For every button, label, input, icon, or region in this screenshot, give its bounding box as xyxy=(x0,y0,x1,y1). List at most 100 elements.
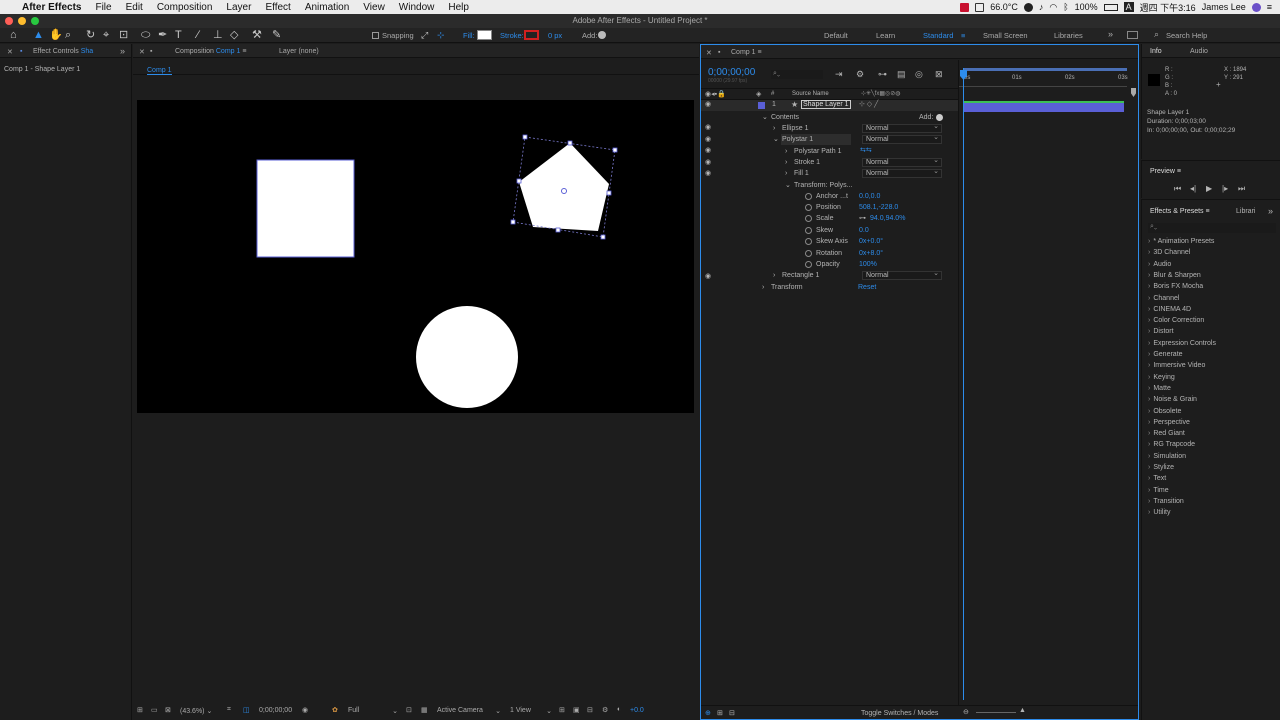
panel-menu-icon[interactable]: ≡ xyxy=(242,48,246,55)
twirl-right-icon[interactable]: › xyxy=(773,270,775,281)
menu-window[interactable]: Window xyxy=(399,2,435,13)
libraries-tab[interactable]: Librari xyxy=(1236,208,1255,215)
view-options-icon[interactable]: ⊞ xyxy=(559,706,565,714)
siri-icon[interactable] xyxy=(1251,2,1261,12)
puppet-tool-icon[interactable]: ✎ xyxy=(272,29,281,42)
home-icon[interactable]: ⌂ xyxy=(10,29,17,42)
fast-preview-icon[interactable]: ⊟ xyxy=(587,706,593,714)
temperature[interactable]: 66.0°C xyxy=(990,2,1018,12)
visibility-eye-icon[interactable]: ◉ xyxy=(705,159,713,166)
transparency-icon[interactable]: ▦ xyxy=(421,706,428,714)
layer-duration-bar[interactable] xyxy=(964,101,1124,112)
close-tab-icon[interactable]: ✕ xyxy=(7,48,13,56)
color-icon[interactable]: ✿ xyxy=(332,706,338,714)
snapping-checkbox[interactable] xyxy=(372,32,379,39)
effects-category[interactable]: Obsolete xyxy=(1148,408,1181,415)
constrain-link-icon[interactable]: ⊶ xyxy=(859,213,866,224)
stroke-width[interactable]: 0 px xyxy=(548,31,562,40)
info-tab[interactable]: Info xyxy=(1150,48,1162,55)
effects-category[interactable]: Color Correction xyxy=(1148,317,1204,324)
skew-axis-value[interactable]: 0x+0.0° xyxy=(859,236,883,247)
blend-mode-dropdown[interactable]: Normal xyxy=(862,123,942,133)
effects-category[interactable]: Immersive Video xyxy=(1148,362,1205,369)
flowchart-icon[interactable]: ⚙ xyxy=(602,706,608,714)
graph-editor-icon[interactable]: ⊠ xyxy=(935,69,943,80)
twirl-down-icon[interactable]: ⌄ xyxy=(773,134,779,145)
status-icon-3[interactable]: ♪ xyxy=(1039,2,1044,12)
search-help-input[interactable]: Search Help xyxy=(1166,31,1207,40)
panel-lock-icon[interactable]: ▪ xyxy=(20,48,22,55)
panel-menu-icon[interactable]: ≡ xyxy=(1177,168,1181,175)
layer-name[interactable]: Shape Layer 1 xyxy=(801,100,851,109)
stopwatch-icon[interactable] xyxy=(805,227,812,234)
work-area-bar[interactable] xyxy=(963,68,1127,71)
motion-blur-icon[interactable]: ◎ xyxy=(915,69,923,80)
stopwatch-icon[interactable] xyxy=(805,204,812,211)
blend-mode-dropdown[interactable]: Normal xyxy=(862,168,942,178)
twirl-right-icon[interactable]: › xyxy=(785,146,787,157)
panel-menu-icon[interactable]: ≡ xyxy=(757,49,761,56)
last-frame-icon[interactable]: ⏭ xyxy=(1238,184,1245,194)
add-button[interactable] xyxy=(598,31,606,39)
rectangle-shape[interactable] xyxy=(256,159,355,258)
bluetooth-icon[interactable]: ᛒ xyxy=(1063,2,1068,12)
menu-list-icon[interactable]: ≡ xyxy=(1267,2,1272,12)
comp-mini-flowchart-icon[interactable]: ⇥ xyxy=(835,69,843,80)
fill-label[interactable]: Fill 1 xyxy=(794,168,809,179)
panel-menu-icon[interactable]: ≡ xyxy=(1206,208,1210,215)
effects-presets-tab[interactable]: Effects & Presets ≡ xyxy=(1150,208,1210,215)
zoom-tool-icon[interactable]: ⌕ xyxy=(65,29,71,42)
panel-expand-icon[interactable]: » xyxy=(1268,206,1273,216)
polystar-label[interactable]: Polystar 1 xyxy=(782,134,813,145)
stroke-label[interactable]: Stroke: xyxy=(500,31,524,40)
menu-effect[interactable]: Effect xyxy=(265,2,290,13)
effects-category[interactable]: Stylize xyxy=(1148,464,1174,471)
fill-swatch[interactable] xyxy=(477,30,492,40)
zoom-window-button[interactable] xyxy=(31,17,39,25)
input-method[interactable]: A xyxy=(1123,2,1134,12)
selection-tool-icon[interactable]: ▲ xyxy=(33,29,44,42)
pan-behind-tool-icon[interactable]: ⊡ xyxy=(119,29,128,42)
panel-lock-icon[interactable]: ▪ xyxy=(718,49,720,56)
effects-category[interactable]: RG Trapcode xyxy=(1148,441,1195,448)
visibility-eye-icon[interactable]: ◉ xyxy=(705,273,713,280)
pen-tool-icon[interactable]: ✒ xyxy=(158,29,167,42)
comp-timecode[interactable]: 0;00;00;00 xyxy=(259,707,292,714)
twirl-down-icon[interactable]: ⌄ xyxy=(785,180,791,191)
close-tab-icon[interactable]: ✕ xyxy=(139,48,145,56)
layer-switches-icons[interactable]: ⊹ ◇ ╱ xyxy=(859,100,878,108)
timeline-timecode[interactable]: 0;00;00;00 xyxy=(708,67,755,78)
camera-dropdown[interactable]: Active Camera ⌄ xyxy=(437,707,501,715)
layer-switches-toggle-icon[interactable]: ⊞ xyxy=(717,709,723,717)
close-window-button[interactable] xyxy=(5,17,13,25)
menu-layer[interactable]: Layer xyxy=(226,2,251,13)
menu-help[interactable]: Help xyxy=(448,2,469,13)
comp-canvas[interactable] xyxy=(137,100,694,413)
frame-blending-icon[interactable]: ▤ xyxy=(897,69,906,80)
contents-label[interactable]: Contents xyxy=(771,112,799,123)
snap-options-icon[interactable]: ⤢ xyxy=(421,29,428,42)
workspace-standard[interactable]: Standard xyxy=(923,31,953,40)
col-source-name[interactable]: Source Name xyxy=(792,91,829,97)
timeline-track-area[interactable]: 0s 01s 02s 03s xyxy=(958,60,1138,705)
battery-percent[interactable]: 100% xyxy=(1075,2,1098,12)
layer-label-color[interactable] xyxy=(758,102,765,109)
app-status-icon[interactable] xyxy=(975,2,985,12)
effects-category[interactable]: Boris FX Mocha xyxy=(1148,283,1203,290)
shy-layers-icon[interactable]: ⊶ xyxy=(878,69,887,80)
zoom-slider[interactable] xyxy=(976,712,1016,713)
preview-quality-icon[interactable]: ▭ xyxy=(151,706,158,714)
twirl-right-icon[interactable]: › xyxy=(785,157,787,168)
menu-view[interactable]: View xyxy=(363,2,385,13)
clone-stamp-tool-icon[interactable]: ⊥ xyxy=(213,29,223,42)
panel-expand-icon[interactable]: » xyxy=(120,46,125,56)
panel-toggle-icon[interactable] xyxy=(1127,31,1138,39)
effects-category[interactable]: Generate xyxy=(1148,351,1182,358)
mask-icon[interactable]: ◫ xyxy=(243,706,250,714)
menu-animation[interactable]: Animation xyxy=(305,2,349,13)
effects-category[interactable]: Distort xyxy=(1148,328,1173,335)
transform-label[interactable]: Transform xyxy=(771,282,803,293)
layout-icon[interactable]: ▣ xyxy=(573,706,580,714)
stroke-swatch[interactable] xyxy=(524,30,539,40)
effects-category[interactable]: Utility xyxy=(1148,509,1170,516)
